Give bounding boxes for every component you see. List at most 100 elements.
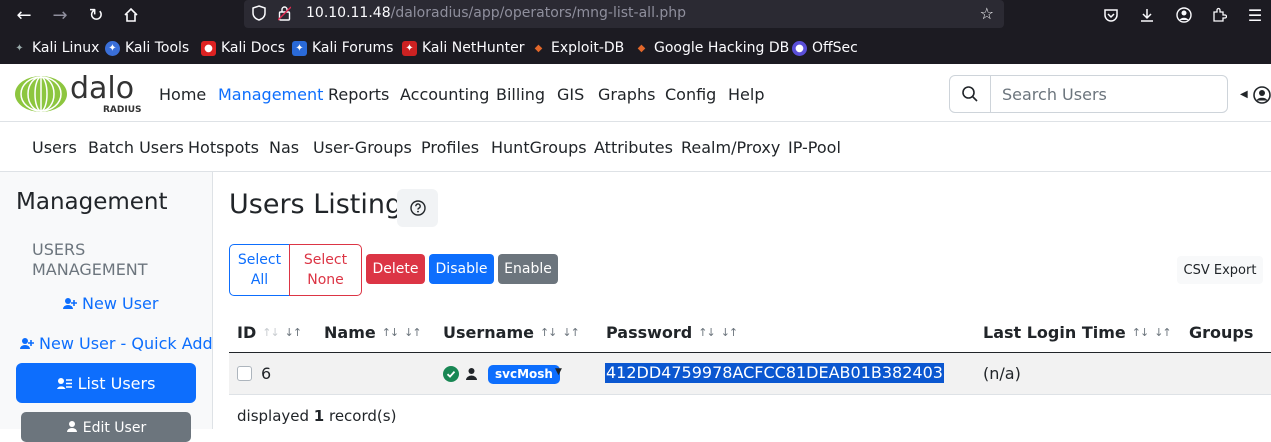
svg-text:dalo: dalo (70, 74, 134, 106)
bookmark-offsec[interactable]: ● OffSec (792, 39, 858, 57)
subnav-ip-pool[interactable]: IP-Pool (788, 138, 841, 157)
sort-asc-icon[interactable]: ↑↓ (698, 326, 715, 339)
select-none-button[interactable]: Select None (289, 244, 362, 296)
browser-toolbar: ← → ↻ 10.10.11.48/daloradius/app/operato… (0, 0, 1271, 30)
download-icon[interactable] (1135, 3, 1159, 27)
sort-asc-icon[interactable]: ↑↓ (262, 326, 279, 339)
bookmark-kali-nethunter[interactable]: ✦ Kali NetHunter (402, 39, 524, 57)
daloradius-logo[interactable]: dalo RADIUS (8, 71, 148, 115)
sidebar-section-heading: USERS MANAGEMENT (32, 240, 148, 279)
kali-tools-icon: ✦ (105, 40, 120, 56)
pocket-icon[interactable] (1099, 3, 1123, 27)
shield-icon[interactable] (252, 5, 268, 23)
sort-desc-icon[interactable]: ↓↑ (285, 326, 302, 339)
subnav-huntgroups[interactable]: HuntGroups (491, 138, 587, 157)
column-header-groups: Groups (1189, 323, 1254, 342)
address-bar[interactable]: 10.10.11.48/daloradius/app/operators/mng… (244, 0, 1004, 28)
sort-asc-icon[interactable]: ↑↓ (540, 326, 557, 339)
sort-asc-icon[interactable]: ↑↓ (1132, 326, 1149, 339)
bookmark-exploit-db[interactable]: ◆ Exploit-DB (531, 39, 625, 57)
exploit-db-icon: ◆ (534, 42, 543, 54)
account-icon[interactable] (1172, 3, 1196, 27)
offsec-icon: ● (792, 40, 807, 56)
nav-billing[interactable]: Billing (496, 85, 545, 104)
sort-desc-icon[interactable]: ↓↑ (562, 326, 579, 339)
help-button[interactable] (397, 189, 438, 227)
sidebar-title: Management (16, 189, 168, 215)
column-header-name[interactable]: Name ↑↓ ↓↑ (324, 323, 422, 342)
column-header-password[interactable]: Password ↑↓ ↓↑ (606, 323, 738, 342)
person-icon (466, 368, 477, 380)
row-checkbox[interactable] (237, 366, 252, 381)
caret-down-icon[interactable]: ▼ (555, 367, 562, 377)
kali-dragon-icon: ✦ (15, 42, 24, 54)
nav-config[interactable]: Config (665, 85, 716, 104)
user-circle-icon[interactable] (1253, 86, 1271, 104)
subnav-batch-users[interactable]: Batch Users (88, 138, 184, 157)
nav-graphs[interactable]: Graphs (598, 85, 655, 104)
sort-desc-icon[interactable]: ↓↑ (721, 326, 738, 339)
column-header-last-login[interactable]: Last Login Time ↑↓ ↓↑ (983, 323, 1172, 342)
url-text[interactable]: 10.10.11.48/daloradius/app/operators/mng… (306, 5, 686, 21)
user-list-icon (56, 377, 72, 389)
nav-accounting[interactable]: Accounting (400, 85, 489, 104)
bookmark-star-icon[interactable]: ☆ (980, 4, 994, 23)
new-user-link[interactable]: New User (63, 294, 158, 313)
bookmark-kali-docs[interactable]: ● Kali Docs (201, 39, 285, 57)
back-arrow-icon[interactable]: ← (12, 3, 36, 27)
search-box (949, 75, 1228, 113)
search-users-input[interactable] (992, 76, 1226, 112)
subnav-nas[interactable]: Nas (269, 138, 299, 157)
top-navbar: dalo RADIUS Home Management Reports Acco… (0, 64, 1271, 122)
user-edit-icon (66, 421, 77, 432)
new-user-quick-add-link[interactable]: New User - Quick Add (20, 334, 213, 353)
csv-export-button[interactable]: CSV Export (1177, 256, 1263, 284)
column-header-username[interactable]: Username ↑↓ ↓↑ (443, 323, 580, 342)
ghdb-icon: ◆ (637, 42, 646, 54)
kali-docs-icon: ● (201, 40, 216, 56)
nav-help[interactable]: Help (728, 85, 764, 104)
list-users-button[interactable]: List Users (16, 363, 196, 403)
row-last-login: (n/a) (983, 364, 1021, 383)
bookmark-kali-linux[interactable]: ✦ Kali Linux (12, 39, 99, 57)
sort-asc-icon[interactable]: ↑↓ (382, 326, 399, 339)
kali-forums-icon: ✦ (292, 40, 307, 56)
sub-navbar: Users Batch Users Hotspots Nas User-Grou… (0, 122, 1271, 172)
subnav-attributes[interactable]: Attributes (594, 138, 673, 157)
subnav-users[interactable]: Users (32, 138, 77, 157)
delete-button[interactable]: Delete (366, 254, 425, 284)
nav-home[interactable]: Home (159, 85, 206, 104)
row-password[interactable]: 412DD4759978ACFCC81DEAB01B382403 (605, 363, 944, 383)
reload-icon[interactable]: ↻ (84, 3, 108, 27)
sort-desc-icon[interactable]: ↓↑ (404, 326, 421, 339)
question-circle-icon (409, 200, 426, 216)
bookmark-google-hacking-db[interactable]: ◆ Google Hacking DB (634, 39, 790, 57)
search-button[interactable] (950, 76, 991, 112)
row-id: 6 (261, 364, 272, 383)
chevron-left-icon[interactable]: ◀ (1240, 89, 1248, 100)
edit-user-button[interactable]: Edit User (21, 412, 191, 442)
home-icon[interactable] (119, 3, 143, 27)
column-header-id[interactable]: ID ↑↓ ↓↑ (237, 323, 302, 342)
insecure-lock-icon[interactable] (277, 5, 292, 23)
bookmark-kali-forums[interactable]: ✦ Kali Forums (292, 39, 393, 57)
subnav-profiles[interactable]: Profiles (421, 138, 479, 157)
enable-button[interactable]: Enable (498, 254, 558, 284)
username-badge[interactable]: svcMosh (488, 365, 560, 384)
sort-desc-icon[interactable]: ↓↑ (1154, 326, 1171, 339)
sidebar: Management USERS MANAGEMENT New User New… (0, 172, 213, 442)
svg-text:RADIUS: RADIUS (103, 105, 142, 114)
disable-button[interactable]: Disable (429, 254, 494, 284)
forward-arrow-icon[interactable]: → (48, 3, 72, 27)
extensions-icon[interactable] (1207, 3, 1231, 27)
subnav-hotspots[interactable]: Hotspots (188, 138, 259, 157)
nav-reports[interactable]: Reports (328, 85, 389, 104)
subnav-user-groups[interactable]: User-Groups (313, 138, 412, 157)
user-plus-icon (63, 298, 77, 309)
select-all-button[interactable]: Select All (229, 244, 290, 296)
nav-gis[interactable]: GIS (557, 85, 584, 104)
subnav-realm-proxy[interactable]: Realm/Proxy (681, 138, 780, 157)
menu-icon[interactable]: ☰ (1243, 3, 1267, 27)
bookmark-kali-tools[interactable]: ✦ Kali Tools (105, 39, 189, 57)
nav-management[interactable]: Management (218, 85, 323, 104)
